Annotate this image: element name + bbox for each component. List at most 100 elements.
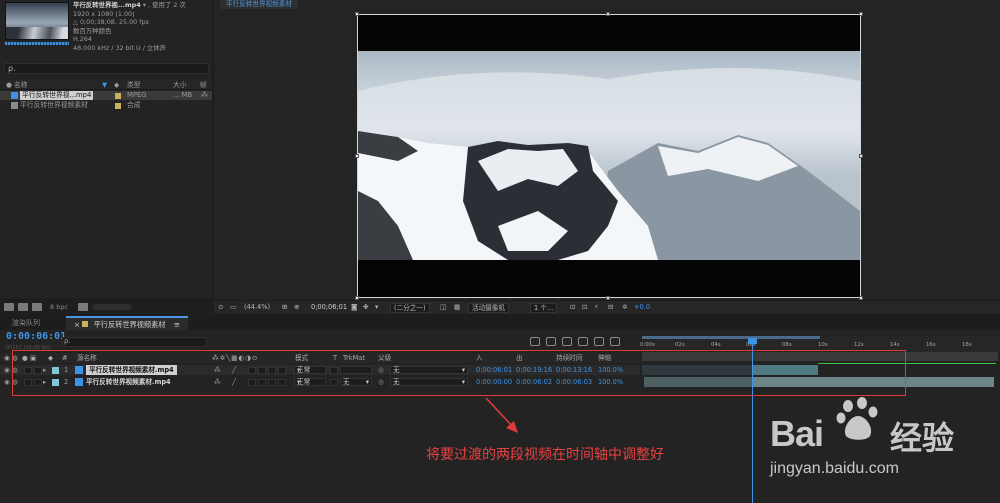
exposure-icon[interactable]: ✲ xyxy=(622,301,628,314)
flowchart-icon[interactable]: ⊟ xyxy=(608,301,614,314)
always-preview-icon[interactable]: ⊙ xyxy=(218,301,224,314)
views-dropdown[interactable]: 1 个... xyxy=(530,303,558,313)
project-item-size: ... MB xyxy=(173,91,193,99)
channel-dropdown-icon[interactable]: ▾ xyxy=(375,301,378,314)
camera-snapshot-icon[interactable]: ◙ xyxy=(351,301,357,314)
ruler-tick: 12s xyxy=(854,342,864,348)
label-color-swatch[interactable] xyxy=(115,92,121,99)
comp-mini-flowchart-icon[interactable] xyxy=(530,337,540,346)
project-item-name: 平行反转世界视频素材 xyxy=(20,101,88,109)
viewer-toolbar: ⊙ ▭ (44.4%) ⊞ ⊕ 0;00;06;01 ◙ ✤ ▾ (二分之一) … xyxy=(214,300,1000,314)
footage-thumbnail xyxy=(5,2,69,40)
footage-info: 平行反转世界视...mp4 ▾ , 使用了 2 次 1920 x 1080 (1… xyxy=(73,1,186,53)
playhead-handle[interactable] xyxy=(748,338,757,344)
watermark-url: jingyan.baidu.com xyxy=(770,460,899,477)
transform-handle[interactable] xyxy=(606,12,610,16)
mask-icon[interactable]: ⊕ xyxy=(294,301,300,314)
project-column-header: ● 名称 ▼ ◆ 类型 大小 帧速 xyxy=(0,80,212,99)
comp-label-swatch xyxy=(82,321,89,327)
viewer-comp-tab[interactable]: 平行反转世界视频素材 xyxy=(220,0,298,9)
footage-duration: △ 0;00;38;08, 25.00 fps xyxy=(73,18,149,27)
graph-editor-icon[interactable] xyxy=(610,337,620,346)
ruler-tick: 18s xyxy=(962,342,972,348)
footage-codec: H.264 xyxy=(73,35,92,44)
sort-arrow-icon[interactable]: ▼ xyxy=(102,80,107,90)
close-icon[interactable]: × xyxy=(74,320,82,329)
column-size[interactable]: 大小 xyxy=(173,80,187,90)
viewer-timecode[interactable]: 0;00;06;01 xyxy=(311,301,347,314)
color-channels-icon[interactable]: ✤ xyxy=(363,301,369,314)
video-file-icon xyxy=(11,92,18,99)
transparency-grid-icon[interactable]: ▦ xyxy=(454,301,460,314)
ruler-tick: 02s xyxy=(675,342,685,348)
frame-blending-icon[interactable] xyxy=(578,337,588,346)
search-icon: ρ. xyxy=(64,337,71,345)
grid-icon[interactable]: ⊞ xyxy=(282,301,288,314)
shy-layers-icon[interactable] xyxy=(562,337,572,346)
project-footer: 8 bpc xyxy=(0,300,212,314)
timeline-search-input[interactable] xyxy=(62,337,207,347)
composition-viewer: 平行反转世界视频素材 xyxy=(214,0,1000,314)
ruler-tick: 08s xyxy=(782,342,792,348)
viewer-zoom[interactable]: (44.4%) xyxy=(244,301,270,314)
project-item[interactable]: 平行反转世界视频素材 合成 xyxy=(0,101,212,110)
project-item-type: 合成 xyxy=(127,101,141,109)
annotation-highlight-box xyxy=(12,350,906,396)
camera-dropdown[interactable]: 活动摄像机 xyxy=(468,303,509,313)
draft-3d-icon[interactable] xyxy=(546,337,556,346)
region-of-interest-icon[interactable]: ◫ xyxy=(440,301,446,314)
project-item-type: MPEG xyxy=(127,91,147,99)
new-comp-icon[interactable] xyxy=(32,303,42,311)
ruler-tick: 10s xyxy=(818,342,828,348)
project-panel: 平行反转世界视...mp4 ▾ , 使用了 2 次 1920 x 1080 (1… xyxy=(0,0,212,298)
composition-icon xyxy=(11,102,18,109)
column-type[interactable]: 类型 xyxy=(127,80,141,90)
label-color-swatch[interactable] xyxy=(115,102,121,109)
fast-preview-icon[interactable]: ⚡ xyxy=(594,301,599,314)
panel-menu-icon[interactable]: ≡ xyxy=(174,320,180,329)
ruler-tick: 0:00s xyxy=(640,342,655,348)
label-swatch-icon: ● xyxy=(6,81,12,89)
footage-colors: 数百万种颜色 xyxy=(73,26,112,35)
transform-handle[interactable] xyxy=(355,154,359,158)
footage-filename: 平行反转世界视...mp4 xyxy=(73,1,141,9)
tab-render-queue[interactable]: 渲染队列 xyxy=(12,316,40,330)
tab-composition[interactable]: × 平行反转世界视频素材 ≡ xyxy=(66,316,188,330)
project-search-input[interactable]: ρ. xyxy=(4,63,209,74)
resolution-dropdown[interactable]: (二分之一) xyxy=(390,303,430,313)
transform-handle[interactable] xyxy=(859,154,863,158)
tag-icon: ◆ xyxy=(114,81,120,89)
column-name[interactable]: 名称 xyxy=(14,80,28,90)
ruler-tick: 16s xyxy=(926,342,936,348)
annotation-caption: 将要过渡的两段视频在时间轴中调整好 xyxy=(426,447,664,463)
monitor-icon[interactable]: ▭ xyxy=(230,301,236,314)
footage-audio: 48.000 kHz / 32 bit U / 立体声 xyxy=(73,43,167,52)
time-navigator-bar[interactable] xyxy=(642,336,820,339)
new-folder-icon[interactable] xyxy=(18,303,28,311)
watermark-brand: Bai xyxy=(770,413,824,454)
eye-icon[interactable]: ◉ xyxy=(4,353,10,363)
transform-handle[interactable] xyxy=(355,12,359,16)
layer-selection-bounds[interactable] xyxy=(355,12,863,300)
interpret-footage-icon[interactable] xyxy=(4,303,14,311)
tab-composition-label: 平行反转世界视频素材 xyxy=(93,320,166,329)
visibility-icon[interactable]: ◉ xyxy=(4,377,10,387)
visibility-icon[interactable]: ◉ xyxy=(4,365,10,375)
current-time-display[interactable]: 0:00:06:01 xyxy=(6,331,66,342)
footage-resolution: 1920 x 1080 (1.00) xyxy=(73,9,135,18)
thumbnail-slider[interactable] xyxy=(92,304,132,310)
motion-blur-icon[interactable] xyxy=(594,337,604,346)
trash-icon[interactable] xyxy=(78,303,88,311)
ruler-tick: 14s xyxy=(890,342,900,348)
project-item-name: 平行反转世界视...mp4 xyxy=(20,91,94,100)
bit-depth-label[interactable]: 8 bpc xyxy=(50,303,68,311)
exposure-value[interactable]: +0.0 xyxy=(634,301,650,314)
network-icon: ⁂ xyxy=(201,91,208,99)
pixel-aspect-icon[interactable]: ⊡ xyxy=(582,301,588,314)
audio-waveform-strip xyxy=(5,42,69,45)
ruler-tick: 04s xyxy=(711,342,721,348)
transform-handle[interactable] xyxy=(859,12,863,16)
view-options-icon[interactable]: ⊡ xyxy=(570,301,576,314)
project-item[interactable]: 平行反转世界视...mp4 MPEG ... MB ⁂ xyxy=(0,91,212,100)
footage-usage: ▾ , 使用了 2 次 xyxy=(142,1,186,9)
